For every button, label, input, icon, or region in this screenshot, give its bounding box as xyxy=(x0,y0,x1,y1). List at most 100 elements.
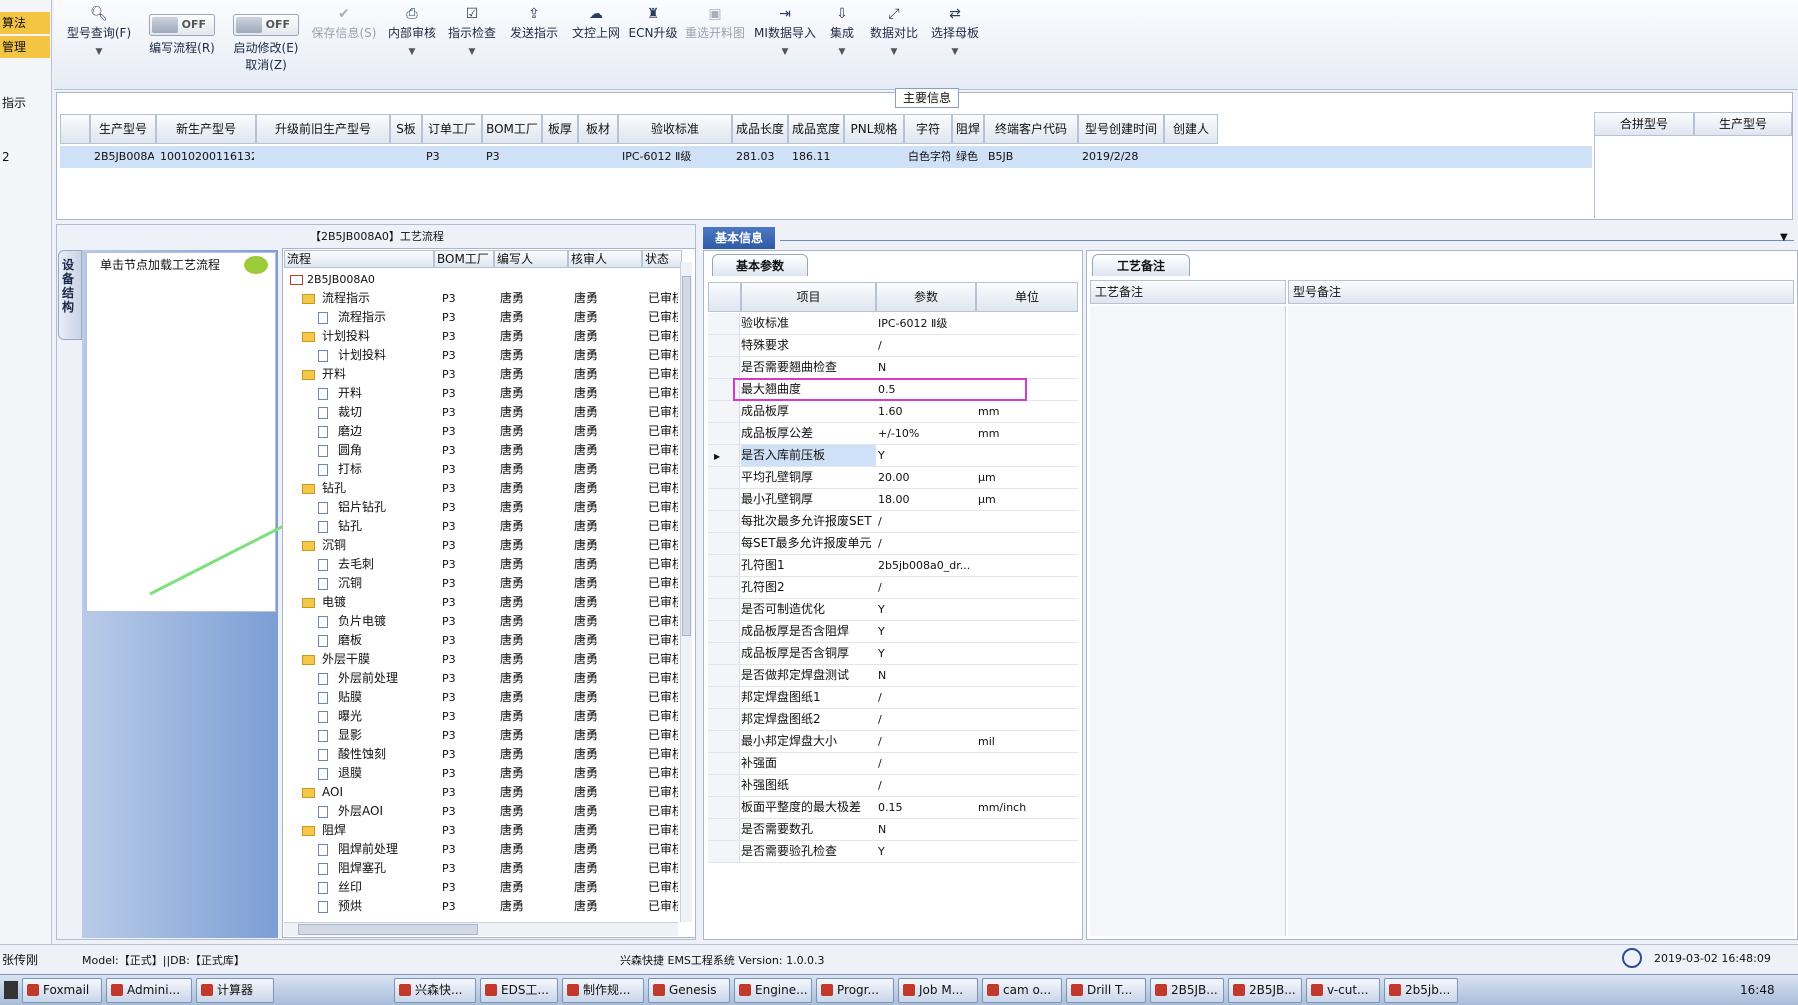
send-instruction-button[interactable]: ⇪ 发送指示 xyxy=(506,4,562,84)
tree-row[interactable]: 开料 P3 唐勇 唐勇 已审核 xyxy=(284,384,680,403)
param-row[interactable]: 成品板厚是否含阻焊 Y xyxy=(708,621,1078,643)
main-cell[interactable]: B5JB xyxy=(988,147,1076,167)
taskbar-item[interactable]: Engine... xyxy=(734,978,812,1003)
tree-row[interactable]: 外层干膜 P3 唐勇 唐勇 已审核 xyxy=(284,650,680,669)
tree-col-header[interactable]: 编写人 xyxy=(494,250,568,268)
tab-basic-params[interactable]: 基本参数 xyxy=(712,254,808,276)
taskbar-item[interactable]: 2b5jb... xyxy=(1384,978,1458,1003)
tree-row[interactable]: 开料 P3 唐勇 唐勇 已审核 xyxy=(284,365,680,384)
tab-process-notes[interactable]: 工艺备注 xyxy=(1092,254,1190,276)
merge-model-header[interactable]: 合拼型号 xyxy=(1594,112,1694,136)
main-cell[interactable]: 281.03 xyxy=(736,147,786,167)
merge-prodmodel-header[interactable]: 生产型号 xyxy=(1694,112,1792,136)
tree-row[interactable]: 沉铜 P3 唐勇 唐勇 已审核 xyxy=(284,536,680,555)
param-row[interactable]: ▶ 是否入库前压板 Y xyxy=(708,445,1078,467)
nav-item-management[interactable]: 管理 xyxy=(0,36,50,58)
tree-col-header[interactable]: 状态 xyxy=(642,250,682,268)
main-col-header[interactable]: 成品宽度 xyxy=(788,114,844,144)
param-row[interactable]: 孔符图1 2b5jb008a0_dr... xyxy=(708,555,1078,577)
main-cell[interactable]: 2019/2/28 xyxy=(1082,147,1162,167)
main-col-header[interactable]: 板厚 xyxy=(542,114,578,144)
tree-row[interactable]: AOI P3 唐勇 唐勇 已审核 xyxy=(284,783,680,802)
main-col-header[interactable]: PNL规格 xyxy=(844,114,904,144)
param-row[interactable]: 最小孔壁铜厚 18.00 μm xyxy=(708,489,1078,511)
tree-row[interactable]: 钻孔 P3 唐勇 唐勇 已审核 xyxy=(284,517,680,536)
main-col-header[interactable]: 订单工厂 xyxy=(422,114,482,144)
param-row[interactable]: 孔符图2 / xyxy=(708,577,1078,599)
start-icon[interactable] xyxy=(4,981,18,999)
chevron-down-icon[interactable]: ▼ xyxy=(1780,232,1788,243)
main-col-header[interactable]: 创建人 xyxy=(1164,114,1218,144)
param-value[interactable]: Y xyxy=(878,599,978,620)
param-row[interactable]: 平均孔壁铜厚 20.00 μm xyxy=(708,467,1078,489)
param-row[interactable]: 补强面 / xyxy=(708,753,1078,775)
main-cell[interactable] xyxy=(582,147,616,167)
tree-row[interactable]: 计划投料 P3 唐勇 唐勇 已审核 xyxy=(284,327,680,346)
param-value[interactable]: Y xyxy=(878,445,978,466)
tree-horizontal-scrollbar[interactable] xyxy=(284,922,678,936)
internal-review-button[interactable]: ⎙ 内部审核 ▼ xyxy=(384,4,440,84)
tree-row[interactable]: 电镀 P3 唐勇 唐勇 已审核 xyxy=(284,593,680,612)
main-cell[interactable]: IPC-6012 Ⅱ级 xyxy=(622,147,730,167)
tree-col-header[interactable]: 流程 xyxy=(284,250,434,268)
main-col-header[interactable]: 阻焊 xyxy=(952,114,984,144)
param-value[interactable]: / xyxy=(878,511,978,532)
tree-row[interactable]: 流程指示 P3 唐勇 唐勇 已审核 xyxy=(284,289,680,308)
param-row[interactable]: 是否做邦定焊盘测试 N xyxy=(708,665,1078,687)
main-col-header[interactable]: 新生产型号 xyxy=(156,114,256,144)
toggle-switch[interactable]: OFF xyxy=(149,14,215,36)
scrollbar-thumb[interactable] xyxy=(298,924,478,935)
param-row[interactable]: 是否需要翘曲检查 N xyxy=(708,357,1078,379)
tree-row[interactable]: 流程指示 P3 唐勇 唐勇 已审核 xyxy=(284,308,680,327)
process-notes-header[interactable]: 工艺备注 xyxy=(1090,280,1286,304)
tree-row[interactable]: 曝光 P3 唐勇 唐勇 已审核 xyxy=(284,707,680,726)
nav-item-instruction[interactable]: 指示 xyxy=(0,92,50,114)
tree-row[interactable]: 铝片钻孔 P3 唐勇 唐勇 已审核 xyxy=(284,498,680,517)
taskbar-item[interactable]: EDS工... xyxy=(480,978,558,1003)
integrate-button[interactable]: ⇩ 集成 ▼ xyxy=(822,4,862,84)
main-cell[interactable]: 白色字符 xyxy=(908,147,950,167)
param-row[interactable]: 每SET最多允许报废单元 / xyxy=(708,533,1078,555)
mi-import-button[interactable]: ⇥ MI数据导入 ▼ xyxy=(752,4,818,84)
param-value[interactable]: 1.60 xyxy=(878,401,978,422)
params-item-header[interactable]: 项目 xyxy=(741,282,876,312)
main-col-header[interactable]: S板 xyxy=(390,114,422,144)
main-cell[interactable] xyxy=(260,147,388,167)
tree-row[interactable]: 外层前处理 P3 唐勇 唐勇 已审核 xyxy=(284,669,680,688)
param-row[interactable]: 是否需要验孔检查 Y xyxy=(708,841,1078,863)
tree-root-node[interactable]: 2B5JB008A0 xyxy=(290,270,375,289)
tree-row[interactable]: 酸性蚀刻 P3 唐勇 唐勇 已审核 xyxy=(284,745,680,764)
taskbar-item[interactable]: 2B5JB... xyxy=(1228,978,1302,1003)
param-value[interactable]: +/-10% xyxy=(878,423,978,444)
reselect-button[interactable]: ▣ 重选开料图 xyxy=(682,4,748,84)
param-row[interactable]: 是否需要数孔 N xyxy=(708,819,1078,841)
taskbar-item[interactable]: 计算器 xyxy=(196,978,274,1003)
taskbar-item[interactable]: Foxmail xyxy=(22,978,102,1003)
taskbar-item[interactable]: Drill T... xyxy=(1066,978,1146,1003)
main-col-header[interactable]: 成品长度 xyxy=(732,114,788,144)
param-row[interactable]: 补强图纸 / xyxy=(708,775,1078,797)
param-value[interactable]: 2b5jb008a0_dr... xyxy=(878,555,978,576)
param-value[interactable]: / xyxy=(878,775,978,796)
tree-row[interactable]: 阻焊前处理 P3 唐勇 唐勇 已审核 xyxy=(284,840,680,859)
tab-basic-info[interactable]: 基本信息 xyxy=(703,227,775,249)
params-value-header[interactable]: 参数 xyxy=(876,282,976,312)
param-row[interactable]: 成品板厚公差 +/-10% mm xyxy=(708,423,1078,445)
model-notes-header[interactable]: 型号备注 xyxy=(1288,280,1794,304)
param-value[interactable]: 0.15 xyxy=(878,797,978,818)
param-value[interactable]: Y xyxy=(878,621,978,642)
tree-col-header[interactable]: 核审人 xyxy=(568,250,642,268)
param-value[interactable]: / xyxy=(878,533,978,554)
param-value[interactable]: Y xyxy=(878,841,978,862)
tree-row[interactable]: 退膜 P3 唐勇 唐勇 已审核 xyxy=(284,764,680,783)
start-modify-toggle[interactable]: OFF 启动修改(E) 取消(Z) xyxy=(224,4,308,84)
taskbar-item[interactable]: Genesis xyxy=(648,978,730,1003)
param-row[interactable]: 邦定焊盘图纸2 / xyxy=(708,709,1078,731)
tree-row[interactable]: 打标 P3 唐勇 唐勇 已审核 xyxy=(284,460,680,479)
tree-row[interactable]: 外层AOI P3 唐勇 唐勇 已审核 xyxy=(284,802,680,821)
tree-row[interactable]: 丝印 P3 唐勇 唐勇 已审核 xyxy=(284,878,680,897)
param-row[interactable]: 成品板厚是否含铜厚 Y xyxy=(708,643,1078,665)
save-button[interactable]: ✔ 保存信息(S) xyxy=(308,4,380,84)
tree-row[interactable]: 阻焊 P3 唐勇 唐勇 已审核 xyxy=(284,821,680,840)
cancel-label[interactable]: 取消(Z) xyxy=(224,56,308,73)
